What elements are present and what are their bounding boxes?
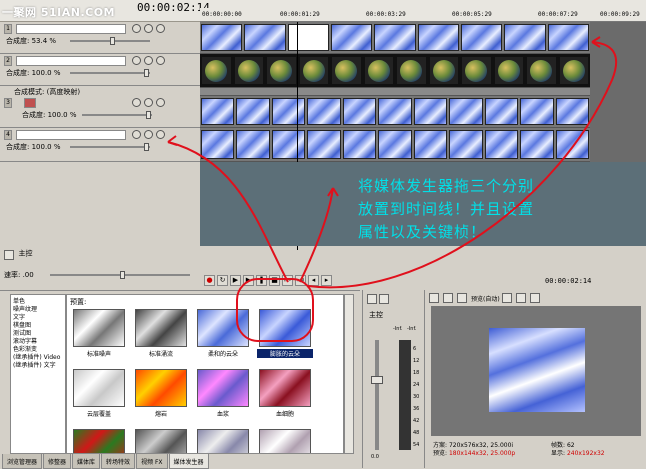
annotation-arrows bbox=[167, 36, 618, 289]
